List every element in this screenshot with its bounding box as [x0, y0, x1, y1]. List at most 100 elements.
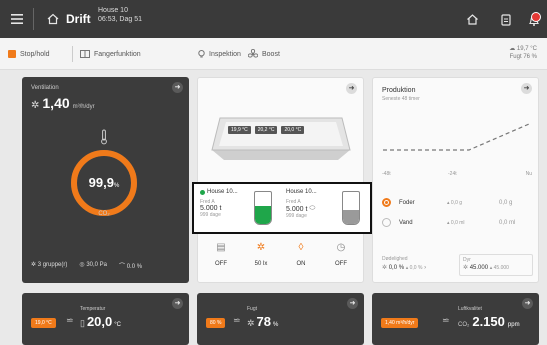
ventilation-value: 1,40 [42, 95, 70, 111]
humidity-card[interactable]: ➜ Fugt 80 % ⋍ ✲ 78 % [197, 293, 364, 345]
thermometer-icon: ▯ [80, 318, 85, 328]
silo-fill [255, 206, 271, 224]
open-arrow-icon[interactable]: ➜ [522, 298, 533, 309]
divider [72, 46, 73, 62]
animals-value: 45.000 [469, 265, 489, 271]
silo-item[interactable]: House 10... Fred A 5.000 t 999 dage [200, 189, 280, 229]
humidity-setpoint: 80 % [206, 318, 226, 328]
outdoor-climate: ☁ 19,7 °C Fugt 76 % [509, 45, 537, 61]
fan-icon: ✲ [31, 100, 40, 111]
state-item[interactable]: ✲ 50 lx [242, 242, 280, 267]
state-item[interactable]: ◊ ON [282, 242, 320, 267]
calendar-icon: ▤ [216, 242, 226, 253]
catch-icon [80, 50, 90, 58]
chevron-right-icon: › [424, 265, 427, 271]
stop-hold-label: Stop/hold [20, 50, 50, 58]
radio-selected[interactable] [382, 198, 391, 207]
temp-sensor-chip[interactable]: 20,2 °C [254, 126, 278, 134]
silo-name: House 10... [207, 189, 238, 195]
time-day: 06:53, Dag 51 [98, 16, 142, 23]
house-card[interactable]: ➜ 19,9 °C 20,2 °C 20,0 °C House 10... Fr… [192, 77, 372, 283]
catch-function-button[interactable]: Fangerfunktion [80, 38, 141, 70]
humidity-title: Fugt [247, 306, 258, 312]
alarm-badge [531, 12, 541, 22]
open-arrow-icon[interactable]: ➜ [172, 82, 183, 93]
temperature-card[interactable]: ➜ Temperatur 19,0 °C ⋍ ▯ 20,0 °C [22, 293, 189, 345]
silo-item[interactable]: House 10... Fred A 5.000 t ⬭ 999 dage [286, 189, 368, 229]
animals-icon: ✲ [463, 265, 469, 271]
temperature-setpoint: 19,0 °C [31, 318, 56, 328]
inspection-button[interactable]: Inspektion [198, 38, 241, 70]
production-card[interactable]: ➜ Produktion Seneste 48 timer -48t -24t … [372, 77, 539, 283]
house-icon-button[interactable] [462, 0, 482, 38]
bulb-icon [198, 49, 205, 57]
mortality-stat[interactable]: Dødelighed ✲ 0,0 % ▴ 0,0 % › [382, 256, 426, 271]
cloud-icon: ☁ [509, 46, 516, 52]
stop-hold-button[interactable]: Stop/hold [8, 38, 50, 70]
water-row[interactable]: Vand ▴ 0,0 ml 0,0 ml [382, 218, 532, 227]
house-selector[interactable]: House 10 06:53, Dag 51 [98, 6, 142, 24]
inspection-label: Inspektion [209, 50, 241, 58]
catch-function-label: Fangerfunktion [94, 50, 141, 58]
state-label: OFF [335, 261, 347, 267]
feed-row[interactable]: Foder ▴ 0,0 g 0,0 g [382, 198, 532, 207]
radio-unselected[interactable] [382, 218, 391, 227]
open-arrow-icon[interactable]: ➜ [346, 83, 357, 94]
open-arrow-icon[interactable]: ➜ [347, 298, 358, 309]
temp-sensor-chip[interactable]: 19,9 °C [228, 126, 251, 134]
open-arrow-icon[interactable]: ➜ [172, 298, 183, 309]
silo-panel: House 10... Fred A 5.000 t 999 dage Hous… [192, 182, 372, 234]
boost-button[interactable]: Boost [248, 38, 280, 70]
slider-icon: ⋍ [442, 315, 450, 325]
clipboard-icon-button[interactable] [496, 0, 516, 38]
humidity-unit: % [273, 322, 279, 328]
state-label: 50 lx [254, 261, 268, 267]
animals-label: Dyr [463, 257, 471, 263]
animals-stat[interactable]: Dyr ✲ 45.000 ▴ 45.000 [459, 254, 533, 276]
top-bar: Drift House 10 06:53, Dag 51 [0, 0, 547, 38]
silo-amount: 5.000 t [286, 205, 308, 213]
production-subtitle: Seneste 48 timer [382, 96, 420, 102]
water-drop-icon: ◊ [298, 242, 304, 253]
pressure-value: 30,0 Pa [86, 262, 107, 268]
notification-bell-button[interactable] [525, 0, 545, 38]
action-toolbar: Stop/hold Fangerfunktion Inspektion Boos… [0, 38, 547, 70]
mortality-value: 0,0 % [388, 265, 405, 271]
outdoor-humidity: Fugt 76 % [509, 54, 537, 60]
group-count: 3 gruppe(r) [37, 262, 68, 268]
state-label: OFF [215, 261, 227, 267]
state-label: ON [296, 261, 306, 267]
air-quality-card[interactable]: ➜ Luftkvalitet 1,40 m³/h/dyr ⋍ CO₂ 2.150… [372, 293, 539, 345]
air-quality-unit: ppm [507, 322, 520, 328]
air-quality-value: 2.150 [472, 314, 505, 329]
vent-icon: ⌒ [119, 264, 126, 270]
mortality-sub: 0,0 % [409, 265, 423, 271]
ventilation-card[interactable]: ➜ Ventilation ✲ 1,40 m³/h/dyr 99,9% CO₂ … [22, 77, 189, 283]
x-tick: Nu [525, 171, 532, 177]
humidity-icon: ✲ [247, 318, 255, 328]
group-stat: ✲ 3 gruppe(r) [31, 261, 67, 270]
menu-icon[interactable] [4, 0, 30, 38]
percent-stat: ⌒ 0.0 % [119, 261, 142, 270]
feed-rate-value: 0,0 g [450, 199, 463, 206]
state-item[interactable]: ▤ OFF [202, 242, 240, 267]
water-label: Vand [399, 219, 413, 226]
temp-sensor-chip[interactable]: 20,0 °C [281, 126, 305, 134]
mortality-icon: ✲ [382, 265, 388, 271]
percent-value: 0.0 % [126, 264, 143, 270]
slider-icon: ⋍ [66, 315, 74, 325]
animals-sub: 45.000 [493, 265, 509, 271]
state-item[interactable]: ◷ OFF [322, 242, 360, 267]
x-tick: -24t [448, 171, 457, 177]
temperature-unit: °C [114, 322, 121, 328]
temperature-value: 20,0 [86, 314, 113, 329]
ventilation-unit: m³/h/dyr [72, 104, 95, 110]
production-title: Produktion [382, 87, 416, 94]
refill-icon: ⬭ [309, 205, 316, 212]
boost-label: Boost [262, 50, 280, 58]
stop-icon [8, 50, 16, 58]
feed-total: 0,0 g [499, 199, 513, 206]
open-arrow-icon[interactable]: ➜ [521, 83, 532, 94]
fan-icon [248, 49, 258, 58]
silo-fill [343, 209, 359, 224]
